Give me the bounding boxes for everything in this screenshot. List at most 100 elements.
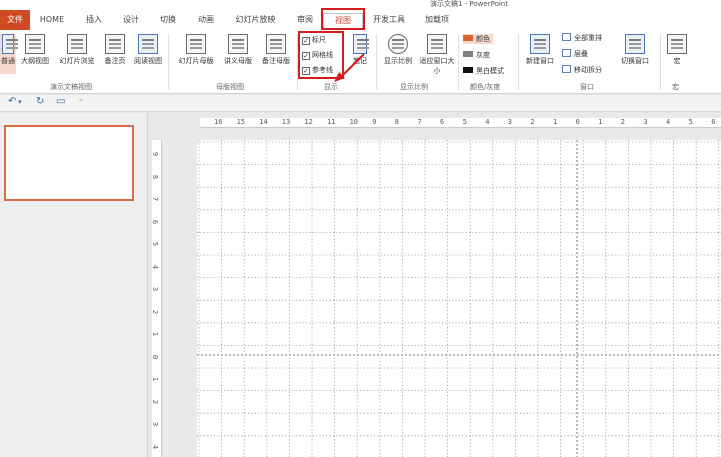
fit-to-window-button[interactable]: 适应窗口大小 xyxy=(418,34,456,76)
notes-master-icon xyxy=(266,34,286,54)
ruler-tick-label: 1 xyxy=(598,118,603,126)
move-split-button[interactable]: 移动拆分 xyxy=(562,65,602,75)
window-title: 演示文稿1 - PowerPoint xyxy=(430,0,508,8)
ruler-tick-label: 3 xyxy=(151,286,160,292)
tab-developer[interactable]: 开发工具 xyxy=(367,13,411,28)
arrange-all-label: 全部重排 xyxy=(574,34,602,42)
tab-home[interactable]: HOME xyxy=(37,13,67,28)
ruler-tick-label: 1 xyxy=(553,118,558,126)
separator xyxy=(660,34,661,90)
tab-animations[interactable]: 动画 xyxy=(191,13,221,28)
handout-master-icon xyxy=(228,34,248,54)
ruler-tick-label: 11 xyxy=(327,118,336,126)
tab-design[interactable]: 设计 xyxy=(117,13,145,28)
ruler-tick-label: 6 xyxy=(711,118,716,126)
normal-view-button[interactable]: 普通 xyxy=(0,34,18,74)
notes-icon xyxy=(353,34,369,54)
ruler-tick-label: 9 xyxy=(372,118,377,126)
slide-sorter-label: 幻灯片浏览 xyxy=(59,57,95,65)
ruler-tick-label: 0 xyxy=(151,354,160,359)
color-swatch-icon xyxy=(463,35,473,41)
ruler-tick-label: 2 xyxy=(151,399,160,404)
notes-master-button[interactable]: 备注母版 xyxy=(258,34,294,66)
master-views-group-label: 母版视图 xyxy=(216,83,244,91)
ruler-tick-label: 6 xyxy=(440,118,445,126)
zoom-button[interactable]: 显示比例 xyxy=(380,34,416,66)
switch-windows-icon xyxy=(625,34,645,54)
tab-addins[interactable]: 加载项 xyxy=(420,13,454,28)
separator xyxy=(376,34,377,90)
grayscale-option[interactable]: 灰度 xyxy=(463,50,490,60)
arrange-all-icon xyxy=(562,33,571,41)
move-split-label: 移动拆分 xyxy=(574,66,602,74)
tab-transitions[interactable]: 切换 xyxy=(154,13,182,28)
slide-master-label: 幻灯片母版 xyxy=(178,57,214,65)
tab-insert[interactable]: 插入 xyxy=(80,13,108,28)
new-window-button[interactable]: 新建窗口 xyxy=(522,34,558,66)
cascade-button[interactable]: 层叠 xyxy=(562,49,588,59)
tab-slideshow[interactable]: 幻灯片放映 xyxy=(228,13,283,28)
slide-master-button[interactable]: 幻灯片母版 xyxy=(174,34,218,66)
customize-toolbar-icon[interactable]: ⁼ xyxy=(79,98,83,106)
black-white-option-label: 黑白模式 xyxy=(476,67,504,75)
reading-view-button[interactable]: 阅读视图 xyxy=(131,34,165,66)
ruler-tick-label: 2 xyxy=(151,309,160,314)
tab-file[interactable]: 文件 xyxy=(0,10,30,30)
ruler-tick-label: 6 xyxy=(151,219,160,224)
fit-window-icon xyxy=(427,34,447,54)
macro-group-label: 宏 xyxy=(672,83,679,91)
ruler-tick-label: 4 xyxy=(485,118,490,126)
fit-to-window-label: 适应窗口大小 xyxy=(419,57,455,75)
quick-access-toolbar: ↶ ▾ ↻ ▭ ⁼ xyxy=(0,95,721,112)
ruler-tick-label: 7 xyxy=(151,196,160,202)
ruler-tick-label: 4 xyxy=(151,444,160,449)
macros-button[interactable]: 宏 xyxy=(664,34,690,66)
ruler-tick-label: 5 xyxy=(688,118,693,126)
undo-dropdown-icon[interactable]: ▾ xyxy=(18,98,22,106)
color-group-label: 颜色/灰度 xyxy=(470,83,501,91)
ruler-tick-label: 14 xyxy=(259,118,268,126)
ruler-tick-label: 8 xyxy=(151,174,160,179)
outline-view-button[interactable]: 大纲视图 xyxy=(18,34,52,66)
reading-view-icon xyxy=(138,34,158,54)
ruler-tick-label: 8 xyxy=(394,118,400,126)
macros-icon xyxy=(667,34,687,54)
switch-windows-button[interactable]: 切换窗口 xyxy=(616,34,654,66)
outline-view-label: 大纲视图 xyxy=(21,57,49,65)
slide-thumbnail[interactable] xyxy=(4,125,134,201)
notes-page-button[interactable]: 备注页 xyxy=(101,34,129,66)
ruler-tick-label: 7 xyxy=(417,118,422,126)
undo-icon[interactable]: ↶ xyxy=(8,96,16,107)
notes-page-icon xyxy=(105,34,125,54)
start-slideshow-icon[interactable]: ▭ xyxy=(56,96,65,107)
ruler-tick-label: 13 xyxy=(281,118,291,126)
move-split-icon xyxy=(562,65,571,73)
ruler-tick-label: 10 xyxy=(349,118,359,126)
slide-sorter-icon xyxy=(67,34,87,54)
vertical-ruler: 9 8 7 6 5 4 3 2 1 0 1 2 3 4 xyxy=(151,140,162,457)
ruler-tick-label: 3 xyxy=(507,118,513,126)
arrange-all-button[interactable]: 全部重排 xyxy=(562,33,602,43)
annotation-arrow-icon xyxy=(334,53,365,82)
window-group-label: 窗口 xyxy=(580,83,594,91)
separator xyxy=(168,34,169,90)
slide-sorter-button[interactable]: 幻灯片浏览 xyxy=(55,34,99,66)
handout-master-button[interactable]: 讲义母版 xyxy=(220,34,256,66)
zoom-label: 显示比例 xyxy=(384,57,412,65)
ruler-tick-label: 0 xyxy=(575,118,580,126)
notes-master-label: 备注母版 xyxy=(262,57,290,65)
grayscale-swatch-icon xyxy=(463,51,473,57)
ruler-tick-label: 2 xyxy=(620,118,626,126)
redo-icon[interactable]: ↻ xyxy=(36,96,44,107)
color-option[interactable]: 颜色 xyxy=(463,34,493,44)
handout-master-label: 讲义母版 xyxy=(224,57,252,65)
black-white-option[interactable]: 黑白模式 xyxy=(463,66,504,76)
ruler-tick-label: 5 xyxy=(151,241,160,247)
reading-view-label: 阅读视图 xyxy=(134,57,162,65)
notes-page-label: 备注页 xyxy=(104,57,126,65)
cascade-label: 层叠 xyxy=(574,50,588,58)
slide-master-icon xyxy=(186,34,206,54)
ruler-tick-label: 5 xyxy=(462,118,467,126)
slide-canvas[interactable] xyxy=(197,140,721,457)
tab-review[interactable]: 审阅 xyxy=(290,13,320,28)
